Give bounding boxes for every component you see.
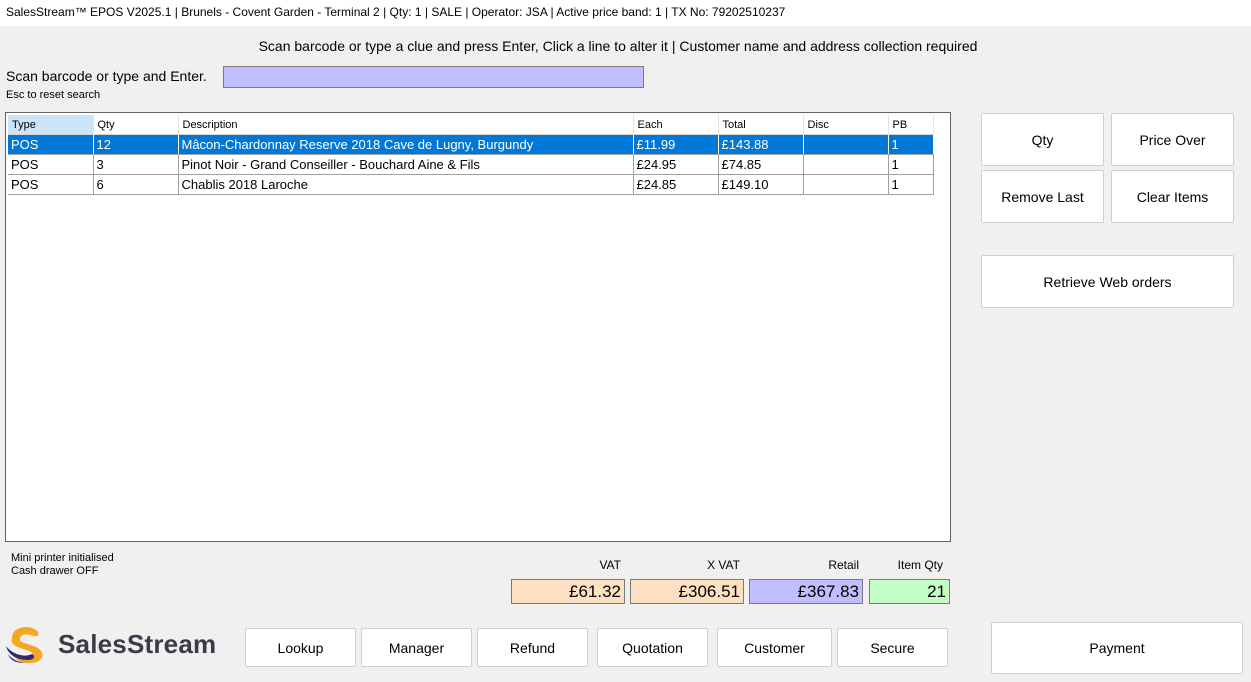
items-grid[interactable]: Type Qty Description Each Total Disc PB …: [5, 112, 951, 542]
cell-qty: 6: [93, 174, 179, 195]
cell-total: £149.10: [718, 174, 804, 195]
manager-button[interactable]: Manager: [361, 628, 472, 667]
price-over-button[interactable]: Price Over: [1111, 113, 1234, 166]
instruction-text: Scan barcode or type a clue and press En…: [258, 38, 978, 54]
printer-status: Mini printer initialised: [11, 552, 114, 564]
refund-button[interactable]: Refund: [477, 628, 588, 667]
cell-pb: 1: [888, 154, 934, 175]
cell-each: £11.99: [633, 134, 719, 155]
salesstream-s-logo-icon: [6, 626, 43, 664]
item-qty-label: Item Qty: [897, 558, 943, 572]
cell-type: POS: [8, 174, 94, 195]
col-header-description[interactable]: Description: [178, 115, 634, 135]
cell-description: Pinot Noir - Grand Conseiller - Bouchard…: [178, 154, 634, 175]
xvat-label: X VAT: [707, 558, 740, 572]
scan-input[interactable]: [223, 66, 644, 88]
cell-disc: [803, 174, 889, 195]
table-row[interactable]: POS 6 Chablis 2018 Laroche £24.85 £149.1…: [8, 174, 934, 195]
logo-text: SalesStream: [58, 628, 217, 659]
cell-type: POS: [8, 154, 94, 175]
cell-total: £74.85: [718, 154, 804, 175]
cell-qty: 12: [93, 134, 179, 155]
xvat-value: £306.51: [630, 579, 744, 604]
secure-button[interactable]: Secure: [837, 628, 948, 667]
col-header-qty[interactable]: Qty: [93, 115, 179, 135]
cell-disc: [803, 154, 889, 175]
grid-header-row: Type Qty Description Each Total Disc PB: [8, 115, 934, 135]
vat-label: VAT: [599, 558, 621, 572]
cell-pb: 1: [888, 134, 934, 155]
cell-total: £143.88: [718, 134, 804, 155]
esc-hint: Esc to reset search: [6, 89, 101, 101]
cell-qty: 3: [93, 154, 179, 175]
col-header-disc[interactable]: Disc: [803, 115, 889, 135]
scan-label: Scan barcode or type and Enter.: [6, 68, 207, 84]
table-row[interactable]: POS 3 Pinot Noir - Grand Conseiller - Bo…: [8, 154, 934, 175]
cell-pb: 1: [888, 174, 934, 195]
items-table: Type Qty Description Each Total Disc PB …: [8, 115, 934, 195]
col-header-each[interactable]: Each: [633, 115, 719, 135]
col-header-pb[interactable]: PB: [888, 115, 934, 135]
cell-description: Mâcon-Chardonnay Reserve 2018 Cave de Lu…: [178, 134, 634, 155]
qty-button[interactable]: Qty: [981, 113, 1104, 166]
cash-drawer-status: Cash drawer OFF: [11, 565, 99, 577]
col-header-total[interactable]: Total: [718, 115, 804, 135]
lookup-button[interactable]: Lookup: [245, 628, 356, 667]
status-panel: Mini printer initialised Cash drawer OFF: [11, 552, 114, 578]
vat-value: £61.32: [511, 579, 625, 604]
cell-disc: [803, 134, 889, 155]
remove-last-button[interactable]: Remove Last: [981, 170, 1104, 223]
cell-each: £24.85: [633, 174, 719, 195]
col-header-type[interactable]: Type: [8, 115, 94, 135]
cell-type: POS: [8, 134, 94, 155]
title-bar: SalesStream™ EPOS V2025.1 | Brunels - Co…: [0, 0, 1251, 26]
customer-button[interactable]: Customer: [717, 628, 832, 667]
clear-items-button[interactable]: Clear Items: [1111, 170, 1234, 223]
retail-label: Retail: [828, 558, 859, 572]
salesstream-logo: SalesStream: [6, 624, 216, 664]
retail-value: £367.83: [749, 579, 863, 604]
table-row[interactable]: POS 12 Mâcon-Chardonnay Reserve 2018 Cav…: [8, 134, 934, 155]
cell-each: £24.95: [633, 154, 719, 175]
retrieve-web-orders-button[interactable]: Retrieve Web orders: [981, 255, 1234, 308]
cell-description: Chablis 2018 Laroche: [178, 174, 634, 195]
item-qty-value: 21: [869, 579, 950, 604]
quotation-button[interactable]: Quotation: [597, 628, 708, 667]
payment-button[interactable]: Payment: [991, 622, 1243, 674]
